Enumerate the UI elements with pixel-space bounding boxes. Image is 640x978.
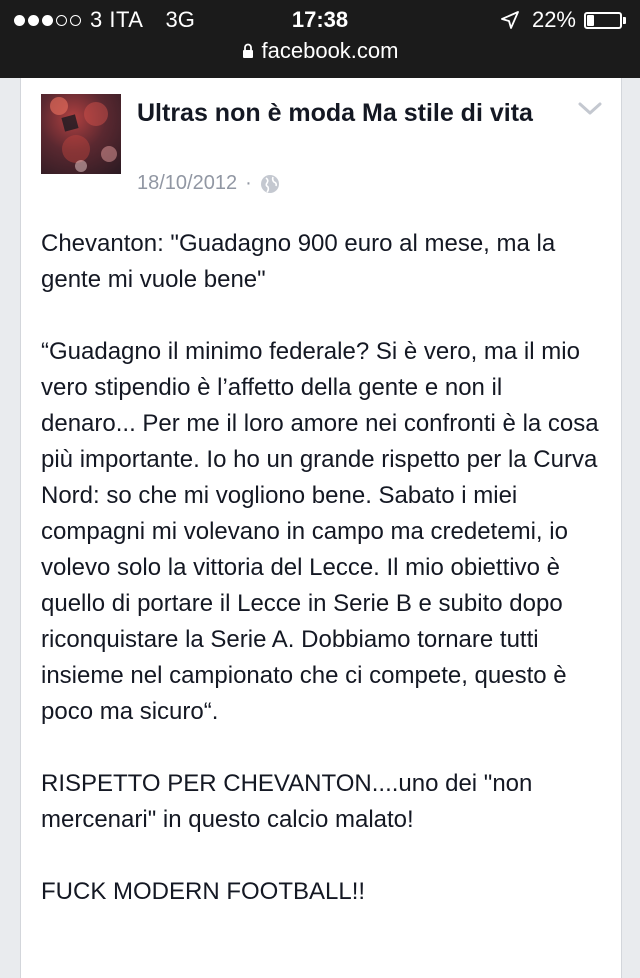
- post-paragraph: “Guadagno il minimo federale? Si è vero,…: [41, 338, 599, 725]
- chevron-down-icon[interactable]: [577, 100, 603, 118]
- post-paragraph: RISPETTO PER CHEVANTON....uno dei "non m…: [41, 770, 533, 833]
- location-arrow-icon: [501, 11, 519, 29]
- url-text: facebook.com: [261, 38, 399, 63]
- post-paragraph: Chevanton: "Guadagno 900 euro al mese, m…: [41, 230, 556, 293]
- post-meta: 18/10/2012 ·: [137, 172, 280, 195]
- battery-percent: 22%: [531, 7, 576, 32]
- meta-separator: ·: [245, 172, 252, 194]
- globe-icon: [260, 174, 279, 193]
- avatar-image: [50, 97, 117, 172]
- status-right: 22%: [500, 7, 626, 33]
- post-date[interactable]: 18/10/2012: [137, 172, 237, 195]
- battery-cap: [623, 16, 626, 24]
- post-card: Ultras non è moda Ma stile di vita 18/10…: [20, 78, 622, 978]
- battery-icon: [584, 11, 622, 29]
- post-body: Chevanton: "Guadagno 900 euro al mese, m…: [41, 226, 601, 946]
- page-name-link[interactable]: Ultras non è moda Ma stile di vita: [137, 96, 557, 130]
- battery-level: [587, 14, 594, 26]
- address-bar[interactable]: facebook.com: [0, 38, 640, 70]
- lock-icon: [242, 43, 253, 58]
- status-bar: 3 ITA 3G 17:38 22% facebook.com: [0, 0, 640, 78]
- avatar[interactable]: [41, 94, 121, 174]
- post-paragraph: FUCK MODERN FOOTBALL!!: [41, 878, 366, 905]
- status-row: 3 ITA 3G 17:38 22%: [0, 4, 640, 38]
